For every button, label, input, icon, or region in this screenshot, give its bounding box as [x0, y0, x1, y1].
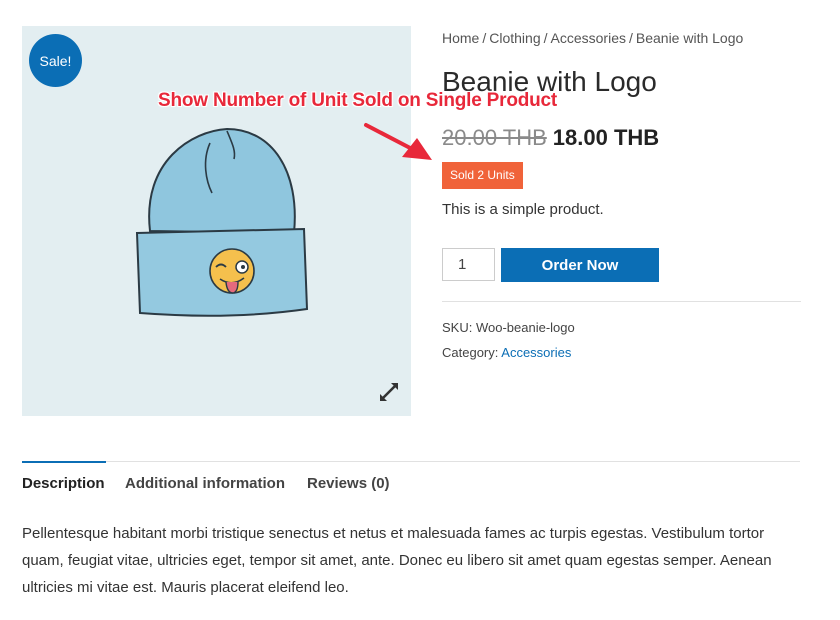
beanie-product-image: [135, 127, 309, 317]
sku-label: SKU:: [442, 320, 473, 335]
category-row: Category: Accessories: [442, 345, 571, 360]
sale-badge: Sale!: [29, 34, 82, 87]
tab-description[interactable]: Description: [22, 475, 105, 492]
category-label: Category:: [442, 345, 499, 360]
units-sold-badge: Sold 2 Units: [442, 162, 523, 189]
red-arrow-icon: [364, 123, 432, 160]
order-now-button[interactable]: Order Now: [501, 248, 659, 282]
sku-value: Woo-beanie-logo: [475, 320, 575, 335]
tab-reviews[interactable]: Reviews (0): [307, 475, 390, 492]
breadcrumb-separator: /: [482, 30, 487, 46]
breadcrumb: Home / Clothing / Accessories / Beanie with Lo…: [442, 30, 743, 46]
breadcrumb-separator: /: [543, 30, 548, 46]
price: 20.00 THB 18.00 THB: [442, 125, 659, 151]
product-gallery[interactable]: Sale!: [22, 26, 411, 416]
old-price: 20.00 THB: [442, 125, 547, 150]
tabs-divider: [22, 461, 800, 462]
sku-row: SKU: Woo-beanie-logo: [442, 320, 575, 335]
annotation-callout: Show Number of Unit Sold on Single Produ…: [158, 90, 558, 111]
expand-arrows-icon[interactable]: [377, 380, 401, 404]
breadcrumb-home[interactable]: Home: [442, 30, 479, 46]
breadcrumb-clothing[interactable]: Clothing: [489, 30, 540, 46]
quantity-input[interactable]: [442, 248, 495, 281]
product-description: Pellentesque habitant morbi tristique se…: [22, 525, 772, 596]
active-tab-indicator: [22, 461, 106, 463]
category-link[interactable]: Accessories: [501, 345, 571, 360]
tab-additional-information[interactable]: Additional information: [125, 475, 285, 492]
breadcrumb-current: Beanie with Logo: [635, 30, 744, 46]
breadcrumb-accessories[interactable]: Accessories: [551, 30, 626, 46]
divider: [442, 301, 801, 302]
short-description: This is a simple product.: [442, 201, 604, 218]
breadcrumb-separator: /: [628, 30, 633, 46]
sale-price: 18.00 THB: [552, 125, 660, 150]
